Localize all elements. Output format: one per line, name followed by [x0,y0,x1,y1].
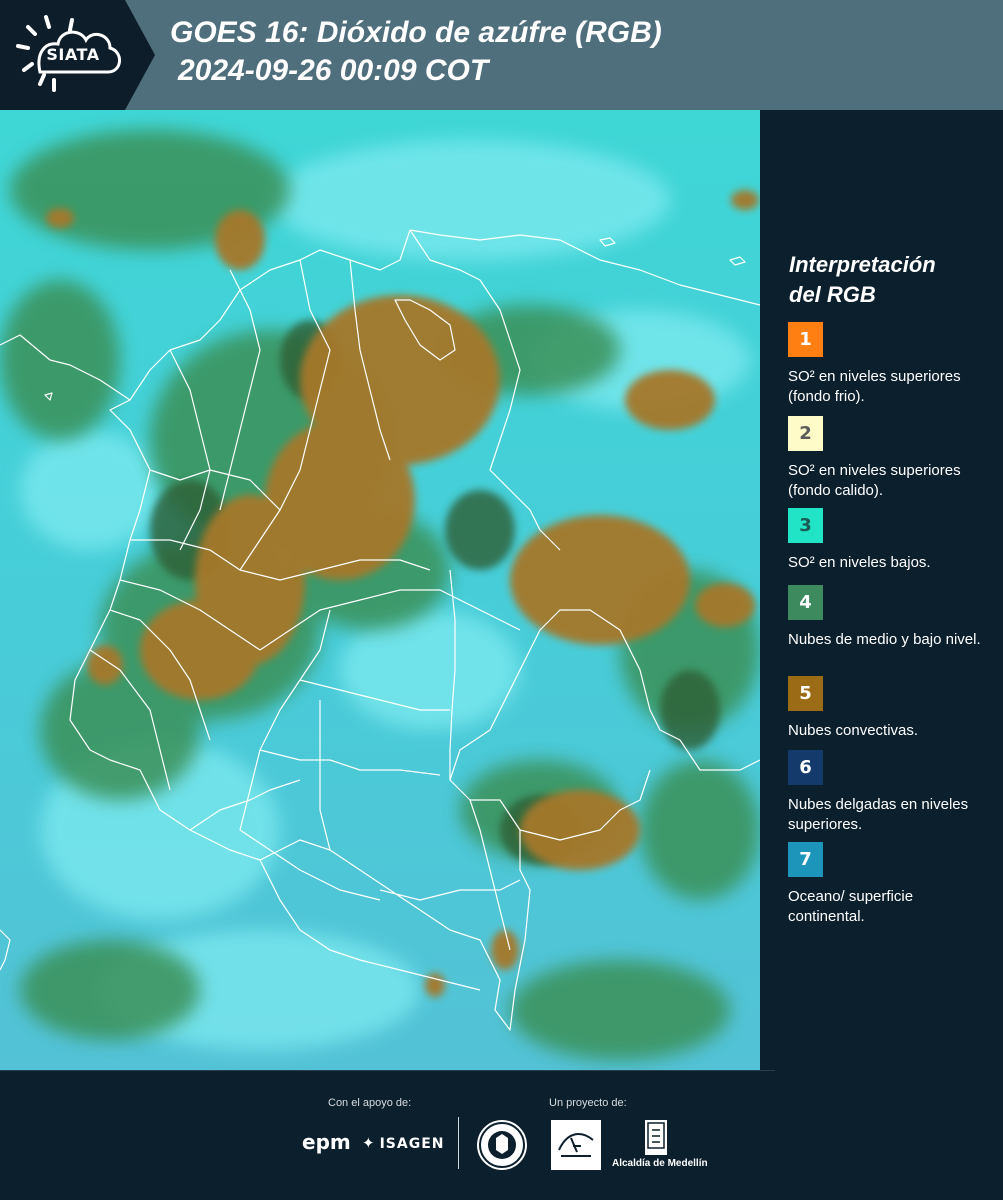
header-bar: SIATA GOES 16: Dióxido de azúfre (RGB) 2… [0,0,1003,110]
legend-number: 1 [799,329,812,350]
legend-swatch: 6 [788,750,823,785]
title-timestamp: 2024-09-26 00:09 COT [178,54,489,87]
legend-title: Interpretación del RGB [789,250,989,310]
legend-item-4: 4 Nubes de medio y bajo nivel. [788,585,993,650]
legend-label: SO² en niveles superiores (fondo calido)… [788,462,961,499]
legend-item-6: 6 Nubes delgadas en niveles superiores. [788,750,993,835]
legend-label: Nubes de medio y bajo nivel. [788,631,981,648]
legend-number: 2 [799,423,812,444]
legend-title-line2: del RGB [789,282,876,307]
support-label: Con el apoyo de: [328,1097,412,1109]
legend-title-line1: Interpretación [789,252,936,277]
legend-swatch: 1 [788,322,823,357]
isagen-logo-text: ISAGEN [379,1136,445,1152]
legend-item-3: 3 SO² en niveles bajos. [788,508,993,573]
siata-logo-text: SIATA [46,45,100,64]
legend-item-2: 2 SO² en niveles superiores (fondo calid… [788,416,993,501]
isagen-mark-icon: ✦ [362,1134,376,1152]
legend-label: Nubes convectivas. [788,722,919,739]
footer-vertical-divider [458,1117,459,1169]
legend-number: 4 [799,592,812,613]
siata-logo: SIATA [0,0,155,110]
footer: Con el apoyo de: Un proyecto de: epm ✦ IS… [0,1070,1003,1200]
project-label: Un proyecto de: [549,1097,627,1109]
legend-label: SO² en niveles superiores (fondo frio). [788,368,961,405]
area-metropolitana-logo [551,1120,601,1170]
title-product: GOES 16: Dióxido de azúfre (RGB) [170,16,662,49]
satellite-map [0,110,760,1070]
legend-number: 5 [799,683,812,704]
legend-number: 6 [799,757,812,778]
alcaldia-logo-text: Alcaldía de Medellín [612,1158,708,1169]
page-title: GOES 16: Dióxido de azúfre (RGB) 2024-09… [170,14,990,90]
legend-swatch: 3 [788,508,823,543]
footer-divider-line [0,1070,775,1071]
rgb-satellite-image [0,110,760,1070]
legend-item-5: 5 Nubes convectivas. [788,676,993,741]
alcaldia-shield-icon [645,1120,667,1155]
legend-swatch: 2 [788,416,823,451]
legend-item-7: 7 Oceano/ superficie continental. [788,842,993,927]
legend-swatch: 7 [788,842,823,877]
legend-swatch: 4 [788,585,823,620]
university-seal-logo [477,1120,527,1170]
legend-swatch: 5 [788,676,823,711]
isagen-logo: ✦ ISAGEN [362,1134,444,1152]
legend-number: 7 [799,849,812,870]
legend-item-1: 1 SO² en niveles superiores (fondo frio)… [788,322,993,407]
legend-number: 3 [799,515,812,536]
epm-logo: epm [302,1130,351,1154]
legend-label: Nubes delgadas en niveles superiores. [788,796,969,833]
legend-label: Oceano/ superficie continental. [788,888,914,925]
legend-label: SO² en niveles bajos. [788,554,931,571]
